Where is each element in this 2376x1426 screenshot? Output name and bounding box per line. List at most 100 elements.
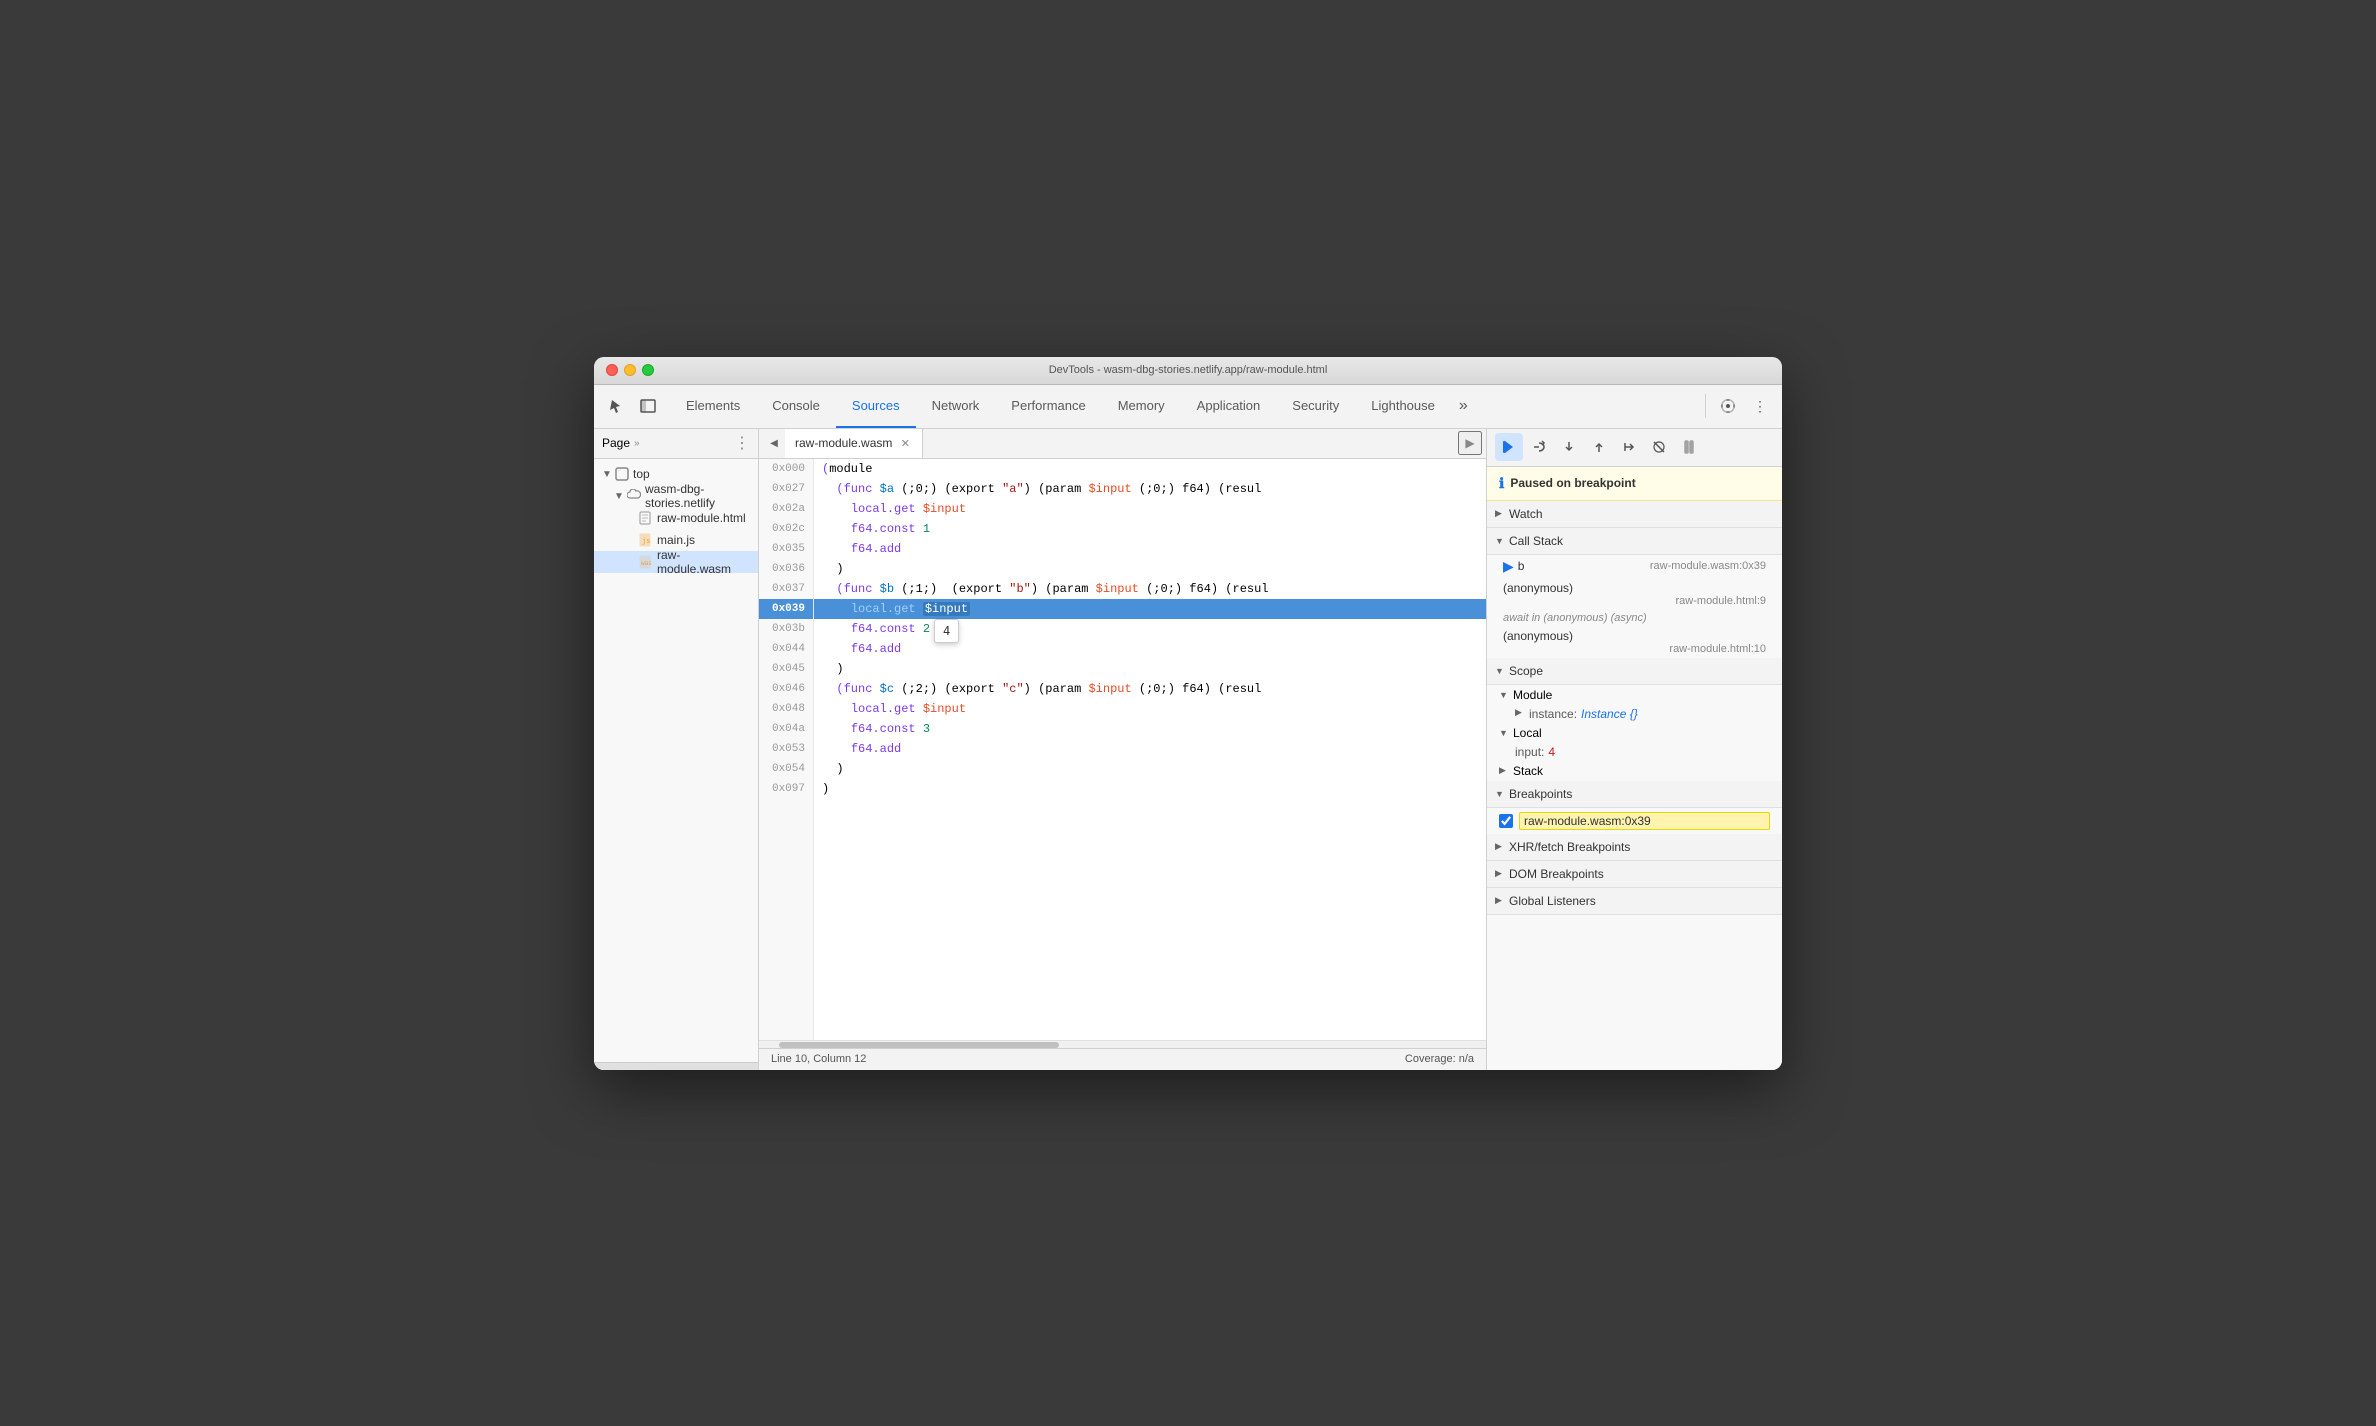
code-line-1: (module — [814, 459, 1486, 479]
tree-arrow-host: ▼ — [614, 491, 624, 501]
global-listeners-section-header[interactable]: ▶ Global Listeners — [1487, 888, 1782, 915]
tab-lighthouse[interactable]: Lighthouse — [1355, 385, 1451, 429]
file-icon-js: js — [639, 533, 653, 547]
line-num-3[interactable]: 0x02a — [759, 499, 813, 519]
tab-application[interactable]: Application — [1181, 385, 1277, 429]
line-num-9[interactable]: 0x03b — [759, 619, 813, 639]
line-num-17[interactable]: 0x097 — [759, 779, 813, 799]
tab-network[interactable]: Network — [916, 385, 996, 429]
status-bar: Line 10, Column 12 Coverage: n/a — [759, 1048, 1486, 1070]
dom-breakpoints-section-header[interactable]: ▶ DOM Breakpoints — [1487, 861, 1782, 888]
line-num-14[interactable]: 0x04a — [759, 719, 813, 739]
tab-bar: Elements Console Sources Network Perform… — [670, 385, 1701, 429]
scope-local-header[interactable]: ▼ Local — [1487, 723, 1782, 743]
call-stack-label: Call Stack — [1509, 534, 1563, 548]
code-line-14: f64.const 3 — [814, 719, 1486, 739]
code-line-8: local.get $input 4 — [814, 599, 1486, 619]
debug-panel: ℹ Paused on breakpoint ▶ Watch ▼ Call St… — [1487, 429, 1782, 1070]
file-tree: ▼ top ▼ wasm-dbg-stories.netlify — [594, 459, 758, 1062]
call-stack-item-anon2[interactable]: (anonymous) raw-module.html:10 — [1487, 626, 1782, 658]
editor-tab-close-button[interactable]: ✕ — [898, 436, 912, 450]
stack-label: Stack — [1513, 764, 1543, 778]
pause-on-exceptions-button[interactable] — [1675, 433, 1703, 461]
tab-memory[interactable]: Memory — [1102, 385, 1181, 429]
breakpoint-checkbox[interactable] — [1499, 814, 1513, 828]
tree-label-wasm: raw-module.wasm — [657, 548, 754, 576]
call-stack-item-b[interactable]: ▶ b raw-module.wasm:0x39 — [1487, 555, 1782, 578]
editor-back-button[interactable]: ◀ — [763, 432, 785, 454]
breakpoint-item-wasm[interactable]: raw-module.wasm:0x39 — [1487, 808, 1782, 834]
tree-item-html[interactable]: ▶ raw-module.html — [594, 507, 758, 529]
step-out-button[interactable] — [1585, 433, 1613, 461]
code-line-2: (func $a (;0;) (export "a") (param $inpu… — [814, 479, 1486, 499]
code-line-17: ) — [814, 779, 1486, 799]
scope-module-header[interactable]: ▼ Module — [1487, 685, 1782, 705]
editor-active-tab[interactable]: raw-module.wasm ✕ — [785, 429, 923, 459]
file-panel-more-button[interactable]: ⋮ — [734, 433, 750, 453]
tab-elements[interactable]: Elements — [670, 385, 756, 429]
instance-value: Instance {} — [1581, 707, 1638, 721]
line-num-1[interactable]: 0x000 — [759, 459, 813, 479]
line-num-2[interactable]: 0x027 — [759, 479, 813, 499]
scope-section-header[interactable]: ▼ Scope — [1487, 658, 1782, 685]
breakpoints-section-header[interactable]: ▼ Breakpoints — [1487, 781, 1782, 808]
line-num-11[interactable]: 0x045 — [759, 659, 813, 679]
call-stack-fn-anon2: (anonymous) — [1503, 629, 1573, 643]
line-num-16[interactable]: 0x054 — [759, 759, 813, 779]
tab-security[interactable]: Security — [1276, 385, 1355, 429]
variable-tooltip: 4 — [934, 619, 959, 643]
close-button[interactable] — [606, 364, 618, 376]
deactivate-breakpoints-button[interactable] — [1645, 433, 1673, 461]
line-num-10[interactable]: 0x044 — [759, 639, 813, 659]
code-line-4: f64.const 1 — [814, 519, 1486, 539]
step-over-button[interactable] — [1525, 433, 1553, 461]
dock-icon[interactable] — [634, 392, 662, 420]
call-stack-item-anon1[interactable]: (anonymous) raw-module.html:9 — [1487, 578, 1782, 610]
status-coverage: Coverage: n/a — [1405, 1053, 1474, 1065]
line-num-8[interactable]: 0x039 — [759, 599, 813, 619]
line-num-13[interactable]: 0x048 — [759, 699, 813, 719]
local-arrow-icon: ▼ — [1499, 728, 1509, 738]
resume-button[interactable] — [1495, 433, 1523, 461]
tree-item-wasm[interactable]: ▶ wasm raw-module.wasm — [594, 551, 758, 573]
editor-run-button[interactable]: ▶ — [1458, 431, 1482, 455]
box-icon — [615, 467, 629, 481]
step-button[interactable] — [1615, 433, 1643, 461]
scope-stack-header[interactable]: ▶ Stack — [1487, 761, 1782, 781]
maximize-button[interactable] — [642, 364, 654, 376]
more-tabs-button[interactable]: » — [1451, 385, 1476, 429]
line-num-6[interactable]: 0x036 — [759, 559, 813, 579]
cursor-icon[interactable] — [602, 392, 630, 420]
toolbar-divider — [1705, 394, 1706, 418]
dom-label: DOM Breakpoints — [1509, 867, 1604, 881]
code-lines[interactable]: (module (func $a (;0;) (export "a") (par… — [814, 459, 1486, 1040]
tab-performance[interactable]: Performance — [995, 385, 1101, 429]
tab-console[interactable]: Console — [756, 385, 836, 429]
editor-panel: ◀ raw-module.wasm ✕ ▶ 0x000 0x027 — [759, 429, 1487, 1070]
code-editor: 0x000 0x027 0x02a 0x02c 0x035 0x036 0x03… — [759, 459, 1486, 1040]
tab-sources[interactable]: Sources — [836, 385, 916, 429]
minimize-button[interactable] — [624, 364, 636, 376]
xhr-breakpoints-section-header[interactable]: ▶ XHR/fetch Breakpoints — [1487, 834, 1782, 861]
line-num-5[interactable]: 0x035 — [759, 539, 813, 559]
line-num-4[interactable]: 0x02c — [759, 519, 813, 539]
watch-arrow-icon: ▶ — [1495, 508, 1505, 519]
watch-section-header[interactable]: ▶ Watch — [1487, 501, 1782, 528]
step-into-button[interactable] — [1555, 433, 1583, 461]
file-panel-scrollbar[interactable] — [594, 1062, 758, 1070]
editor-scrollbar[interactable] — [759, 1040, 1486, 1048]
settings-icon[interactable] — [1714, 392, 1742, 420]
module-arrow-icon: ▼ — [1499, 690, 1509, 700]
call-stack-section-header[interactable]: ▼ Call Stack — [1487, 528, 1782, 555]
call-stack-loc-anon2: raw-module.html:10 — [1503, 643, 1766, 655]
call-stack-loc-anon1: raw-module.html:9 — [1503, 595, 1766, 607]
line-num-15[interactable]: 0x053 — [759, 739, 813, 759]
line-num-7[interactable]: 0x037 — [759, 579, 813, 599]
main-area: Page » ⋮ ▼ top ▼ — [594, 429, 1782, 1070]
code-line-11: ) — [814, 659, 1486, 679]
tree-item-host[interactable]: ▼ wasm-dbg-stories.netlify — [594, 485, 758, 507]
scope-instance-item[interactable]: ▶ instance: Instance {} — [1487, 705, 1782, 723]
line-num-12[interactable]: 0x046 — [759, 679, 813, 699]
more-options-icon[interactable]: ⋮ — [1746, 392, 1774, 420]
input-value: 4 — [1548, 745, 1555, 759]
